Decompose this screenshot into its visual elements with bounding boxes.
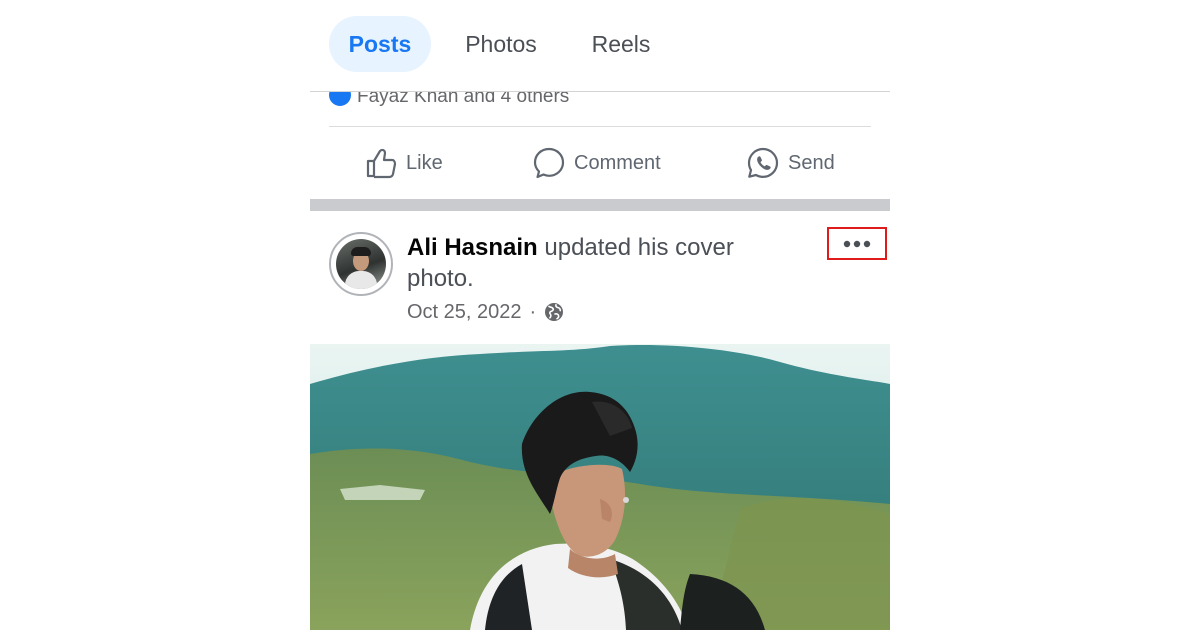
- post-date[interactable]: Oct 25, 2022: [407, 298, 522, 326]
- send-button[interactable]: Send: [746, 140, 835, 186]
- tab-photos[interactable]: Photos: [452, 16, 550, 72]
- send-label: Send: [788, 152, 835, 174]
- tab-reels[interactable]: Reels: [580, 16, 662, 72]
- reactions-divider: [329, 126, 871, 127]
- globe-icon: [545, 303, 564, 321]
- cover-photo[interactable]: [310, 344, 890, 630]
- author-avatar[interactable]: [329, 232, 393, 296]
- like-label: Like: [406, 152, 443, 174]
- comment-label: Comment: [574, 152, 661, 174]
- comment-bubble-icon: [533, 147, 565, 179]
- profile-feed: Posts Photos Reels Fayaz Khan and 4 othe…: [0, 0, 1200, 630]
- like-button[interactable]: Like: [364, 140, 443, 186]
- header-divider: [310, 91, 890, 92]
- post-meta: Oct 25, 2022 ·: [407, 298, 564, 326]
- thumbs-up-icon: [366, 148, 397, 179]
- tab-posts[interactable]: Posts: [329, 16, 431, 72]
- author-name[interactable]: Ali Hasnain: [407, 234, 538, 261]
- cover-photo-illustration: [310, 344, 890, 630]
- avatar-image: [336, 239, 386, 289]
- more-options-icon: [843, 240, 871, 247]
- meta-separator: ·: [529, 301, 537, 323]
- comment-button[interactable]: Comment: [532, 140, 661, 186]
- post-separator: [310, 199, 890, 211]
- whatsapp-icon: [747, 147, 779, 178]
- header-mask: [310, 72, 890, 91]
- post-title: Ali Hasnain updated his cover photo.: [407, 232, 807, 294]
- more-options-button[interactable]: [827, 227, 887, 260]
